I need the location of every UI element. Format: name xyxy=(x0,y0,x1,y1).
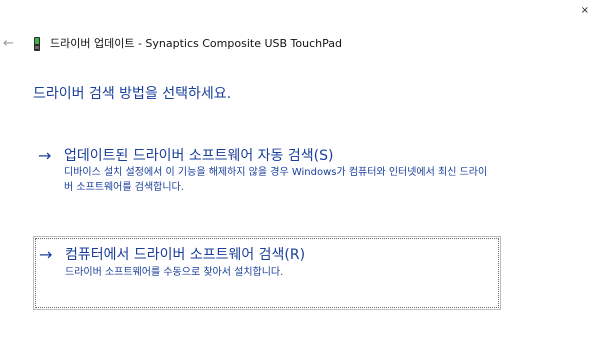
browse-computer-title[interactable]: 컴퓨터에서 드라이버 소프트웨어 검색(R) xyxy=(65,246,305,264)
close-icon[interactable]: × xyxy=(581,5,589,16)
right-arrow-icon: → xyxy=(38,146,52,165)
close-button[interactable]: × xyxy=(581,6,589,16)
browse-computer-option[interactable]: → 컴퓨터에서 드라이버 소프트웨어 검색(R) 드라이버 소프트웨어를 수동으… xyxy=(33,236,501,310)
right-arrow-icon: → xyxy=(39,245,53,264)
auto-search-title[interactable]: 업데이트된 드라이버 소프트웨어 자동 검색(S) xyxy=(64,147,333,165)
window-title: 드라이버 업데이트 - Synaptics Composite USB Touc… xyxy=(50,37,342,50)
instruction-heading: 드라이버 검색 방법을 선택하세요. xyxy=(33,86,232,102)
back-arrow-icon[interactable]: ← xyxy=(3,36,15,52)
auto-search-description: 디바이스 설치 설정에서 이 기능을 해제하지 않을 경우 Windows가 컴… xyxy=(64,167,488,193)
auto-search-option[interactable]: → 업데이트된 드라이버 소프트웨어 자동 검색(S) 디바이스 설치 설정에서… xyxy=(33,145,501,203)
browse-computer-description: 드라이버 소프트웨어를 수동으로 찾아서 설치합니다. xyxy=(65,267,284,278)
device-driver-icon xyxy=(34,37,40,51)
driver-update-dialog: × ← 드라이버 업데이트 - Synaptics Composite USB … xyxy=(0,0,594,346)
